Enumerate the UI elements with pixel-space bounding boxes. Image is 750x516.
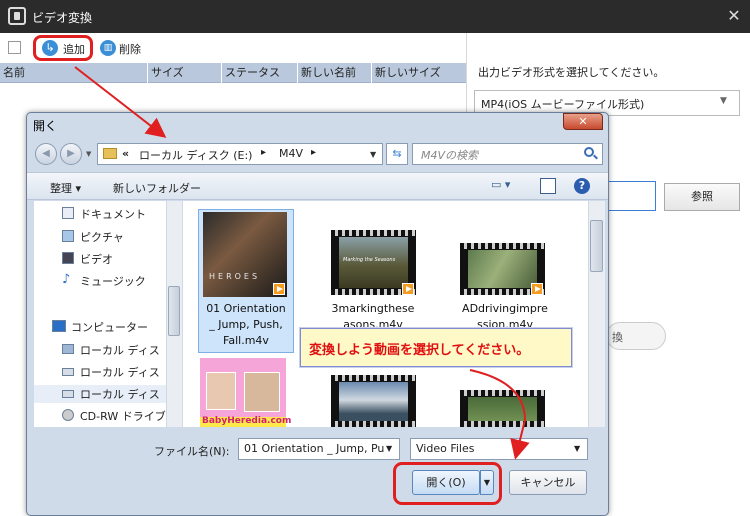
thumbnail-image: Marking the Seasons — [339, 237, 408, 288]
add-button-label: 追加 — [63, 43, 85, 56]
address-separator-icon[interactable]: ▸ — [261, 147, 266, 158]
address-folder[interactable]: M4V — [279, 147, 303, 160]
file-name-line: ADdrivingimpre — [462, 302, 548, 315]
document-icon — [62, 207, 74, 219]
nav-item-label: ピクチャ — [80, 231, 124, 244]
nav-item-label: ビデオ — [80, 253, 113, 266]
thumbnail-photo — [244, 372, 280, 412]
filename-input[interactable]: 01 Orientation _ Jump, Pu — [238, 438, 400, 460]
dialog-title: 開く — [33, 119, 58, 133]
disk-icon — [62, 390, 74, 398]
dialog-close-button[interactable]: ✕ — [563, 113, 603, 130]
search-icon — [584, 147, 594, 157]
music-icon: ♪ — [62, 272, 71, 287]
thumbnail-text: HEROES — [209, 272, 261, 281]
search-input[interactable]: M4Vの検索 — [412, 143, 603, 165]
cancel-button[interactable]: キャンセル — [509, 470, 587, 495]
file-name[interactable]: 01 Orientation _ Jump, Push, Fall.m4v — [199, 301, 293, 349]
app-icon — [8, 7, 26, 25]
play-badge-icon — [402, 283, 414, 295]
select-all-checkbox[interactable] — [8, 41, 21, 54]
view-options-icon[interactable]: ▭ ▾ — [491, 178, 517, 194]
computer-icon — [52, 320, 66, 332]
app-title: ビデオ変換 — [32, 11, 93, 25]
column-new-name[interactable]: 新しい名前 — [298, 63, 372, 83]
nav-item-label: ローカル ディス — [80, 388, 160, 401]
open-options-icon[interactable]: ▼ — [480, 470, 494, 495]
callout-text: 変換しよう動画を選択してください。 — [309, 343, 530, 358]
address-separator-icon[interactable]: ▸ — [311, 147, 316, 158]
column-new-size[interactable]: 新しいサイズ — [372, 63, 466, 83]
format-label: 出力ビデオ形式を選択してください。 — [478, 66, 665, 79]
video-icon — [62, 252, 74, 264]
output-path-input[interactable] — [606, 181, 656, 211]
filename-label: ファイル名(N): — [154, 445, 230, 458]
help-icon[interactable]: ? — [574, 178, 590, 194]
address-overflow[interactable]: « — [122, 147, 129, 160]
close-icon[interactable]: ✕ — [724, 6, 744, 26]
address-dropdown-icon[interactable]: ▼ — [370, 150, 376, 159]
nav-scrollbar-thumb[interactable] — [168, 286, 180, 336]
nav-item-label: ローカル ディス — [80, 344, 160, 357]
thumbnail-text: BabyHeredia.com — [202, 416, 292, 426]
back-arrow-icon[interactable]: ◀ — [35, 143, 57, 165]
open-button[interactable]: 開く(O) — [412, 470, 480, 495]
convert-button-label: 換 — [612, 331, 623, 344]
app-titlebar — [0, 0, 750, 33]
disk-icon — [62, 344, 74, 354]
column-name[interactable]: 名前 — [0, 63, 148, 83]
nav-item-label: CD-RW ドライブ — [80, 410, 166, 423]
chevron-down-icon: ▼ — [720, 96, 727, 106]
file-name-line: _ Jump, Push, — [209, 318, 283, 331]
disk-icon — [62, 368, 74, 376]
nav-item-label: ドキュメント — [80, 208, 146, 221]
chevron-down-icon[interactable]: ▼ — [386, 444, 392, 453]
column-size[interactable]: サイズ — [148, 63, 222, 83]
history-dropdown-icon[interactable]: ▼ — [86, 150, 91, 158]
refresh-icon[interactable]: ⇆ — [386, 143, 408, 165]
file-thumbnail[interactable]: BabyHeredia.com — [200, 358, 291, 427]
organize-menu[interactable]: 整理 ▾ — [50, 180, 81, 196]
chevron-down-icon[interactable]: ▼ — [574, 444, 580, 453]
forward-arrow-icon[interactable]: ▶ — [60, 143, 82, 165]
column-status[interactable]: ステータス — [222, 63, 298, 83]
thumbnail-image — [468, 397, 537, 427]
picture-icon — [62, 230, 74, 242]
thumbnail-image — [468, 250, 537, 288]
file-name-line: 3markingthese — [331, 302, 415, 315]
thumbnail-image — [339, 382, 408, 427]
file-name-line: 01 Orientation — [206, 302, 286, 315]
address-drive[interactable]: ローカル ディスク (E:) — [139, 147, 252, 163]
format-select-value: MP4(iOS ムービーファイル形式) — [481, 98, 645, 111]
cd-icon — [62, 409, 74, 421]
filetype-select[interactable]: Video Files — [410, 438, 588, 460]
new-folder-button[interactable]: 新しいフォルダー — [113, 180, 201, 196]
nav-item-label: コンピューター — [71, 321, 148, 334]
file-thumbnail[interactable] — [331, 375, 416, 427]
folder-icon — [103, 148, 117, 159]
play-badge-icon — [273, 283, 285, 295]
nav-item-label: ローカル ディス — [80, 366, 160, 379]
file-thumbnail[interactable] — [460, 390, 545, 427]
delete-button[interactable]: 削除 — [119, 41, 141, 57]
nav-item-label: ミュージック — [80, 275, 146, 288]
thumbnail-photo — [206, 372, 236, 410]
add-icon: ↳ — [42, 40, 58, 56]
browse-button[interactable]: 参照 — [664, 183, 740, 211]
file-name-line: Fall.m4v — [223, 334, 269, 347]
preview-pane-icon[interactable] — [540, 178, 556, 194]
play-badge-icon — [531, 283, 543, 295]
thumbnail-text: Marking the Seasons — [343, 257, 396, 263]
file-list-scrollbar-thumb[interactable] — [590, 220, 603, 272]
delete-icon: ▥ — [100, 40, 116, 56]
